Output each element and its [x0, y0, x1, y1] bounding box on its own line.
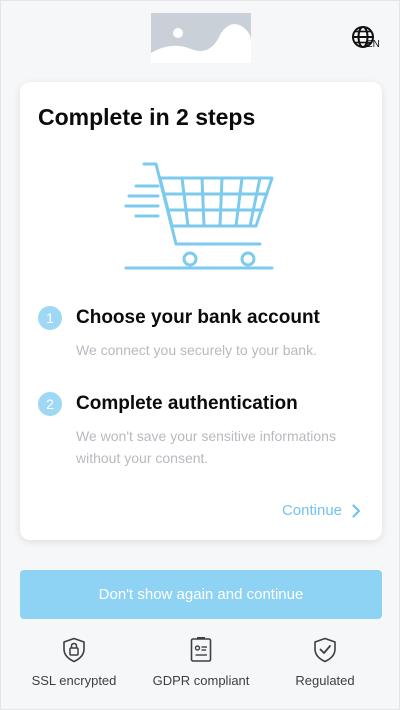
trust-badges: SSL encrypted GDPR compliant Regulated [1, 637, 400, 697]
screen: EN Complete in 2 steps 1 Choose your ban… [0, 0, 400, 710]
step-description: We won't save your sensitive information… [76, 428, 336, 466]
trust-badge-regulated: Regulated [260, 637, 390, 688]
lock-shield-icon [63, 637, 85, 663]
step-number-badge: 1 [38, 306, 62, 330]
step-title: Complete authentication [76, 393, 298, 414]
trust-badge-gdpr: GDPR compliant [136, 637, 266, 688]
trust-badge-label: Regulated [295, 673, 355, 688]
trust-badge-ssl: SSL encrypted [9, 637, 139, 688]
continue-label: Continue [281, 502, 342, 519]
language-code: EN [366, 39, 380, 50]
trust-badge-label: GDPR compliant [152, 673, 250, 688]
trust-badge-label: SSL encrypted [31, 673, 117, 688]
document-check-icon [190, 637, 212, 662]
language-selector[interactable]: EN [351, 25, 385, 53]
shopping-cart-icon [124, 162, 274, 270]
chevron-right-icon [352, 503, 361, 518]
image-placeholder-icon [151, 13, 251, 63]
step-title: Choose your bank account [76, 307, 320, 328]
continue-link[interactable]: Continue [282, 502, 361, 519]
dont-show-again-button[interactable]: Don't show again and continue [20, 570, 382, 619]
step-number-badge: 2 [38, 392, 62, 416]
step-description: We connect you securely to your bank. [76, 342, 317, 358]
card-title: Complete in 2 steps [38, 104, 256, 130]
check-shield-icon [314, 637, 336, 663]
steps-card: Complete in 2 steps 1 Choose your bank a… [20, 82, 382, 540]
